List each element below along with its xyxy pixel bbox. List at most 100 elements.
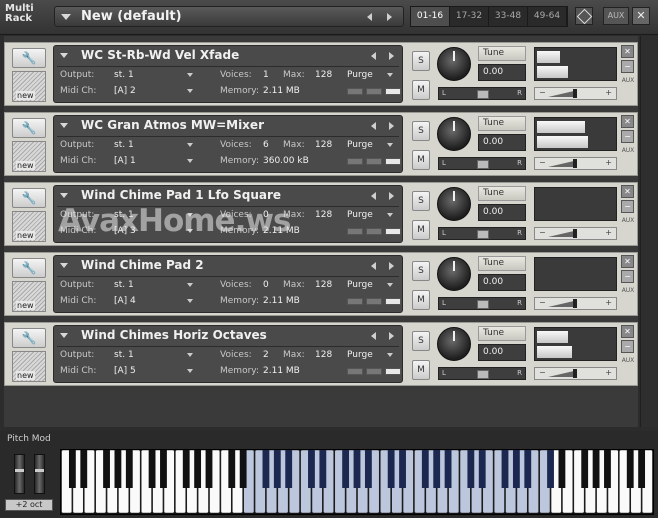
volume-handle[interactable] (573, 89, 577, 98)
volume-handle[interactable] (573, 229, 577, 238)
aux-instrument-button[interactable]: AUX (620, 145, 636, 157)
instrument-name[interactable]: Wind Chime Pad 2 (81, 258, 204, 272)
black-key[interactable] (182, 450, 190, 488)
solo-button[interactable]: S (412, 51, 430, 71)
purge-menu[interactable]: Purge (347, 280, 373, 290)
black-key[interactable] (205, 450, 213, 488)
prev-instrument-icon[interactable] (371, 192, 376, 200)
minimize-instrument-button[interactable]: − (621, 340, 634, 353)
instrument-name[interactable]: Wind Chimes Horiz Octaves (81, 328, 267, 342)
prev-instrument-icon[interactable] (371, 262, 376, 270)
pan-slider[interactable]: LR (438, 87, 526, 100)
close-instrument-button[interactable]: ✕ (621, 115, 634, 128)
black-key[interactable] (592, 450, 600, 488)
black-key[interactable] (194, 450, 202, 488)
instrument-thumbnail[interactable]: new (12, 141, 46, 172)
black-key[interactable] (103, 450, 110, 488)
prev-instrument-icon[interactable] (371, 52, 376, 60)
black-key[interactable] (444, 450, 452, 488)
aux-instrument-button[interactable]: AUX (620, 75, 636, 87)
solo-button[interactable]: S (412, 121, 430, 141)
pan-slider[interactable]: LR (438, 227, 526, 240)
black-key[interactable] (399, 450, 406, 488)
black-key[interactable] (421, 450, 429, 488)
instrument-name[interactable]: Wind Chime Pad 1 Lfo Square (81, 188, 281, 202)
max-voices-value[interactable]: 128 (315, 210, 332, 220)
close-instrument-button[interactable]: ✕ (621, 325, 634, 338)
black-key[interactable] (114, 450, 122, 488)
rack-scrollbar[interactable] (640, 36, 657, 427)
dropdown-arrow-icon[interactable] (60, 123, 68, 128)
pan-handle[interactable] (477, 90, 489, 99)
black-key[interactable] (125, 450, 133, 488)
aux-instrument-button[interactable]: AUX (620, 215, 636, 227)
instrument-strip[interactable]: 🔧 new Wind Chimes Horiz Octaves Output: … (4, 322, 638, 386)
output-value[interactable]: st. 1 (114, 140, 134, 150)
close-instrument-button[interactable]: ✕ (621, 185, 634, 198)
dropdown-arrow-icon[interactable] (60, 193, 68, 198)
output-dropdown-icon[interactable] (187, 73, 193, 77)
midi-channel-value[interactable]: [A] 5 (114, 366, 136, 376)
tab-page-4[interactable]: 49-64 (528, 7, 567, 26)
output-value[interactable]: st. 1 (114, 70, 134, 80)
pan-handle[interactable] (477, 160, 489, 169)
aux-button[interactable]: AUX (603, 7, 629, 25)
black-key[interactable] (342, 450, 350, 488)
instrument-strip[interactable]: 🔧 new WC St-Rb-Wd Vel Xfade Output: st. … (4, 42, 638, 106)
aux-instrument-button[interactable]: AUX (620, 285, 636, 297)
black-key[interactable] (273, 450, 281, 488)
mute-button[interactable]: M (412, 150, 430, 170)
black-key[interactable] (364, 450, 372, 488)
piano-keyboard[interactable] (60, 449, 654, 515)
volume-slider[interactable]: − + (534, 367, 617, 380)
black-key[interactable] (547, 450, 554, 488)
midi-channel-value[interactable]: [A] 1 (114, 156, 136, 166)
black-key[interactable] (626, 450, 634, 488)
output-dropdown-icon[interactable] (187, 353, 193, 357)
minimize-instrument-button[interactable]: − (621, 200, 634, 213)
dropdown-arrow-icon[interactable] (60, 263, 68, 268)
edit-wrench-button[interactable]: 🔧 (12, 328, 46, 348)
purge-dropdown-icon[interactable] (387, 143, 393, 147)
tab-page-3[interactable]: 33-48 (489, 7, 528, 26)
octave-shift[interactable]: +2 oct (5, 499, 53, 511)
black-key[interactable] (308, 450, 315, 488)
midi-dropdown-icon[interactable] (187, 369, 193, 373)
tune-value[interactable]: 0.00 (478, 64, 526, 81)
next-instrument-icon[interactable] (389, 52, 394, 60)
tune-knob[interactable] (437, 327, 471, 361)
volume-handle[interactable] (573, 369, 577, 378)
instrument-strip[interactable]: 🔧 new Wind Chime Pad 2 Output: st. 1 Voi… (4, 252, 638, 316)
tune-knob[interactable] (437, 47, 471, 81)
black-key[interactable] (160, 450, 167, 488)
black-key[interactable] (638, 450, 646, 488)
instrument-strip[interactable]: 🔧 new WC Gran Atmos MW=Mixer Output: st.… (4, 112, 638, 176)
max-voices-value[interactable]: 128 (315, 70, 332, 80)
tune-value[interactable]: 0.00 (478, 134, 526, 151)
instrument-name[interactable]: WC Gran Atmos MW=Mixer (81, 118, 264, 132)
prev-arrow-icon[interactable] (367, 13, 372, 21)
mod-wheel[interactable] (34, 454, 45, 494)
close-rack-button[interactable]: ✕ (632, 7, 650, 25)
close-instrument-button[interactable]: ✕ (621, 45, 634, 58)
black-key[interactable] (319, 450, 327, 488)
instrument-name[interactable]: WC St-Rb-Wd Vel Xfade (81, 48, 239, 62)
dropdown-arrow-icon[interactable] (60, 53, 68, 58)
purge-dropdown-icon[interactable] (387, 353, 393, 357)
black-key[interactable] (558, 450, 566, 488)
black-key[interactable] (524, 450, 532, 488)
pan-handle[interactable] (477, 370, 489, 379)
close-instrument-button[interactable]: ✕ (621, 255, 634, 268)
purge-menu[interactable]: Purge (347, 70, 373, 80)
purge-menu[interactable]: Purge (347, 140, 373, 150)
mute-button[interactable]: M (412, 220, 430, 240)
prev-instrument-icon[interactable] (371, 332, 376, 340)
volume-slider[interactable]: − + (534, 227, 617, 240)
black-key[interactable] (148, 450, 156, 488)
black-key[interactable] (387, 450, 395, 488)
midi-channel-value[interactable]: [A] 4 (114, 296, 136, 306)
output-value[interactable]: st. 1 (114, 280, 134, 290)
black-key[interactable] (228, 450, 236, 488)
black-key[interactable] (467, 450, 475, 488)
instrument-thumbnail[interactable]: new (12, 351, 46, 382)
